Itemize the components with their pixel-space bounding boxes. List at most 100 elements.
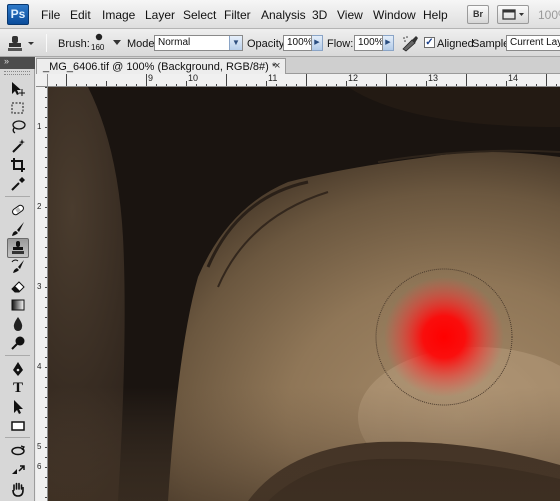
- mode-select[interactable]: Normal ▼: [154, 35, 243, 51]
- mode-label: Mode:: [127, 38, 158, 50]
- menu-bar: Ps File Edit Image Layer Select Filter A…: [0, 0, 560, 29]
- clone-stamp-icon: [12, 241, 24, 254]
- ruler-label: 1: [37, 122, 42, 131]
- opacity-slider-arrow[interactable]: ▶: [312, 35, 323, 51]
- screen-mode-button[interactable]: [497, 5, 529, 24]
- water-drop-icon: [13, 317, 23, 331]
- history-brush-tool[interactable]: [7, 257, 29, 277]
- menu-analysis[interactable]: Analysis: [261, 8, 306, 22]
- rectangle-tool[interactable]: [7, 416, 29, 436]
- menu-select[interactable]: Select: [183, 8, 216, 22]
- rectangular-marquee-icon: [11, 102, 24, 114]
- flow-label: Flow:: [327, 38, 354, 50]
- clone-stamp-icon: [8, 36, 34, 51]
- tools-panel: » T: [0, 56, 35, 501]
- brush-label: Brush:: [58, 38, 90, 50]
- sample-select[interactable]: Current Layer: [506, 35, 560, 51]
- double-chevron-icon[interactable]: »: [4, 56, 9, 66]
- mode-value: Normal: [158, 37, 191, 48]
- menu-3d[interactable]: 3D: [312, 8, 327, 22]
- photoshop-logo: Ps: [7, 4, 29, 25]
- quick-selection-tool[interactable]: [7, 136, 29, 156]
- blur-tool[interactable]: [7, 314, 29, 334]
- menu-file[interactable]: File: [41, 8, 60, 22]
- move-icon: [12, 82, 25, 96]
- tools-divider: [5, 196, 30, 197]
- ruler-ticks: [46, 74, 557, 86]
- menu-edit[interactable]: Edit: [70, 8, 91, 22]
- ruler-label: 3: [37, 282, 42, 291]
- menu-view[interactable]: View: [337, 8, 363, 22]
- tools-divider: [5, 437, 30, 438]
- ruler-label: 6: [37, 462, 42, 471]
- move-tool[interactable]: [7, 79, 29, 99]
- zoom-level[interactable]: 100%: [538, 8, 560, 22]
- pen-tool[interactable]: [7, 359, 29, 379]
- options-separator: [46, 34, 47, 52]
- pen-icon: [13, 362, 23, 376]
- opacity-input[interactable]: 100%: [283, 35, 312, 51]
- ruler-label: 12: [348, 74, 359, 83]
- ruler-label: 2: [37, 202, 42, 211]
- tools-panel-header[interactable]: »: [0, 56, 35, 69]
- bandage-icon: [12, 204, 24, 216]
- brush-icon: [12, 222, 24, 236]
- ruler-label: 5: [37, 442, 42, 451]
- airbrush-toggle[interactable]: [400, 34, 420, 52]
- arrow-pointer-icon: [14, 400, 23, 414]
- bridge-button[interactable]: Br: [467, 5, 489, 24]
- healing-brush-tool[interactable]: [7, 200, 29, 220]
- document-tab-bar: _MG_6406.tif @ 100% (Background, RGB/8#)…: [36, 57, 560, 75]
- ruler-label: 13: [428, 74, 439, 83]
- flow-input[interactable]: 100%: [354, 35, 383, 51]
- brush-picker[interactable]: 160: [88, 32, 124, 54]
- airbrush-icon: [402, 36, 418, 52]
- opacity-label: Opacity:: [247, 38, 288, 50]
- ruler-origin[interactable]: [36, 74, 48, 87]
- menu-help[interactable]: Help: [423, 8, 448, 22]
- ruler-ticks: [45, 87, 47, 498]
- eyedropper-tool[interactable]: [7, 174, 29, 194]
- menu-layer[interactable]: Layer: [145, 8, 175, 22]
- type-tool[interactable]: T: [7, 378, 29, 398]
- crop-tool[interactable]: [7, 155, 29, 175]
- photo-forehead: [48, 87, 560, 501]
- lasso-tool[interactable]: [7, 117, 29, 137]
- opacity-value: 100%: [287, 37, 312, 48]
- menu-window[interactable]: Window: [373, 8, 416, 22]
- document-tab[interactable]: _MG_6406.tif @ 100% (Background, RGB/8#)…: [36, 58, 286, 75]
- clone-stamp-tool[interactable]: [7, 238, 29, 258]
- ruler-label: 4: [37, 362, 42, 371]
- gradient-tool[interactable]: [7, 295, 29, 315]
- sample-value: Current Layer: [510, 37, 560, 48]
- image-canvas[interactable]: [48, 87, 560, 501]
- history-brush-icon: [11, 259, 24, 273]
- ruler-label: 10: [188, 74, 199, 83]
- document-title: _MG_6406.tif @ 100% (Background, RGB/8#)…: [43, 61, 277, 73]
- 3d-orbit-tool[interactable]: [7, 460, 29, 480]
- lasso-icon: [12, 120, 26, 134]
- 3d-orbit-icon: [12, 465, 25, 474]
- gradient-icon: [11, 299, 25, 311]
- path-selection-tool[interactable]: [7, 397, 29, 417]
- ruler-label: 11: [268, 74, 278, 83]
- 3d-rotate-icon: [11, 445, 26, 456]
- brush-tool[interactable]: [7, 219, 29, 239]
- aligned-checkbox[interactable]: ✓: [424, 37, 435, 48]
- hand-tool[interactable]: [7, 479, 29, 499]
- 3d-rotate-tool[interactable]: [7, 441, 29, 461]
- menu-filter[interactable]: Filter: [224, 8, 251, 22]
- type-icon: T: [12, 379, 23, 396]
- hand-icon: [12, 482, 24, 497]
- tool-preset-picker[interactable]: [6, 34, 36, 53]
- vertical-ruler[interactable]: 1 2 3 4 5 6: [36, 87, 48, 501]
- menu-image[interactable]: Image: [102, 8, 135, 22]
- eraser-tool[interactable]: [7, 276, 29, 296]
- flow-slider-arrow[interactable]: ▶: [383, 35, 394, 51]
- close-icon[interactable]: ×: [274, 60, 280, 72]
- dodge-tool[interactable]: [7, 333, 29, 353]
- flow-value: 100%: [358, 37, 383, 48]
- panel-grip[interactable]: [4, 71, 30, 75]
- horizontal-ruler[interactable]: 9 10 11 12 13 14: [36, 74, 560, 87]
- marquee-tool[interactable]: [7, 98, 29, 118]
